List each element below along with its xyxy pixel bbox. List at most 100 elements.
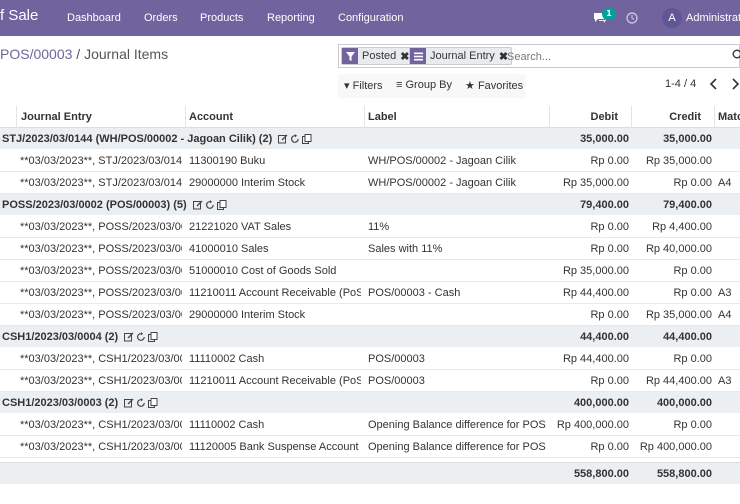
cell-label: 11%	[368, 220, 390, 233]
table-row[interactable]: **03/03/2023**, STJ/2023/03/0144 (WH/POS…	[0, 172, 740, 194]
group-debit: 35,000.00	[580, 132, 629, 145]
reset-icon[interactable]	[136, 397, 146, 408]
menu-reporting[interactable]: Reporting	[267, 12, 315, 24]
table-row[interactable]: **03/03/2023**, CSH1/2023/03/0004 1121001…	[0, 370, 740, 392]
cell-debit: Rp 0.00	[590, 308, 629, 321]
group-row[interactable]: CSH1/2023/03/0003 (2) 400,000.00 400,000.0…	[0, 392, 740, 414]
total-credit: 558,800.00	[656, 467, 712, 480]
facet-journal-entry[interactable]: Journal Entry ✖	[409, 47, 513, 65]
cell-account: 11110002 Cash	[189, 352, 265, 365]
cell-account: 11110002 Cash	[189, 418, 265, 431]
page-title: Journal Items	[84, 46, 169, 62]
col-label[interactable]: Label	[368, 106, 548, 127]
clock-icon[interactable]	[626, 12, 638, 24]
group-row[interactable]: CSH1/2023/03/0004 (2) 44,400.00 44,400.00	[0, 326, 740, 348]
col-matching[interactable]: Matc	[718, 106, 740, 127]
col-debit[interactable]: Debit	[553, 106, 619, 127]
cell-matching	[718, 150, 740, 171]
cell-debit: Rp 35,000.00	[562, 176, 629, 189]
duplicate-icon[interactable]	[216, 199, 227, 210]
group-name: CSH1/2023/03/0003 (2)	[2, 396, 119, 409]
group-debit: 79,400.00	[580, 198, 629, 211]
group-by-button[interactable]: ≡ Group By	[396, 79, 452, 91]
cell-matching	[718, 216, 740, 237]
cell-debit: Rp 44,400.00	[562, 286, 629, 299]
cell-account: 29000000 Interim Stock	[189, 176, 306, 189]
reset-icon[interactable]	[290, 133, 300, 144]
favorites-button[interactable]: ★ Favorites	[465, 79, 523, 92]
search-icon[interactable]	[732, 49, 740, 61]
reset-icon[interactable]	[136, 331, 146, 342]
group-actions	[192, 199, 227, 210]
group-credit: 35,000.00	[663, 132, 712, 145]
group-row[interactable]: STJ/2023/03/0144 (WH/POS/00002 - Jagoan …	[0, 128, 740, 150]
table-row[interactable]: **03/03/2023**, POSS/2023/03/0002 (POS/0…	[0, 304, 740, 326]
menu-dashboard[interactable]: Dashboard	[67, 12, 121, 24]
cell-journal-entry: **03/03/2023**, POSS/2023/03/0002 (POS/0…	[20, 286, 182, 299]
cell-account: 29000000 Interim Stock	[189, 308, 306, 321]
cell-label: POS/00003	[368, 374, 425, 387]
col-credit[interactable]: Credit	[635, 106, 701, 127]
table-row[interactable]: **03/03/2023**, CSH1/2023/03/0004 1111000…	[0, 348, 740, 370]
group-row[interactable]: POSS/2023/03/0002 (POS/00003) (5) 79,400.…	[0, 194, 740, 216]
breadcrumb-separator: /	[72, 46, 85, 62]
cell-journal-entry: **03/03/2023**, POSS/2023/03/0002 (POS/0…	[20, 220, 182, 233]
facet-label: Posted	[362, 50, 397, 62]
edit-icon[interactable]	[124, 332, 134, 342]
app-brand[interactable]: f Sale	[0, 7, 38, 24]
reset-icon[interactable]	[205, 199, 215, 210]
table-row[interactable]: **03/03/2023**, POSS/2023/03/0002 (POS/0…	[0, 238, 740, 260]
cell-journal-entry: **03/03/2023**, POSS/2023/03/0002 (POS/0…	[20, 242, 182, 255]
cell-account: 11300190 Buku	[189, 154, 266, 167]
cell-credit: Rp 0.00	[673, 286, 712, 299]
table-row[interactable]: **03/03/2023**, CSH1/2023/03/0003 1112000…	[0, 436, 740, 458]
duplicate-icon[interactable]	[148, 331, 158, 342]
table-row[interactable]: **03/03/2023**, POSS/2023/03/0002 (POS/0…	[0, 282, 740, 304]
edit-icon[interactable]	[278, 134, 288, 144]
user-name[interactable]: Administrat	[686, 12, 740, 24]
user-avatar[interactable]: A	[662, 8, 682, 28]
edit-icon[interactable]	[124, 398, 134, 408]
pager-next-icon[interactable]	[730, 78, 740, 90]
cell-journal-entry: **03/03/2023**, CSH1/2023/03/0004	[20, 352, 182, 365]
cell-matching: A4	[718, 176, 732, 189]
edit-icon[interactable]	[192, 200, 203, 210]
menu-orders[interactable]: Orders	[144, 12, 178, 24]
cell-journal-entry: **03/03/2023**, POSS/2023/03/0002 (POS/0…	[20, 308, 182, 321]
cell-account: 41000010 Sales	[189, 242, 269, 255]
cell-credit: Rp 35,000.00	[645, 308, 712, 321]
col-account[interactable]: Account	[189, 106, 359, 127]
menu-products[interactable]: Products	[200, 12, 243, 24]
facet-label: Journal Entry	[430, 50, 495, 62]
cell-credit: Rp 0.00	[673, 352, 712, 365]
menu-configuration[interactable]: Configuration	[338, 12, 403, 24]
group-credit: 44,400.00	[663, 330, 712, 343]
cell-debit: Rp 0.00	[590, 440, 629, 453]
pager-prev-icon[interactable]	[709, 78, 719, 90]
group-name: CSH1/2023/03/0004 (2)	[2, 330, 119, 343]
group-actions	[124, 397, 158, 408]
breadcrumb-parent[interactable]: POS/00003	[0, 46, 72, 62]
cell-journal-entry: **03/03/2023**, CSH1/2023/03/0003	[20, 440, 182, 453]
pager-value[interactable]: 1-4 / 4	[665, 78, 696, 90]
col-journal-entry[interactable]: Journal Entry	[21, 106, 181, 127]
group-name: POSS/2023/03/0002 (POS/00003) (5)	[2, 198, 187, 211]
cell-label: Opening Balance difference for POS/00003	[368, 440, 546, 453]
cell-credit: Rp 40,000.00	[645, 242, 712, 255]
facet-posted[interactable]: Posted ✖	[341, 47, 414, 65]
cell-journal-entry: **03/03/2023**, CSH1/2023/03/0004	[20, 374, 182, 387]
table-row[interactable]: **03/03/2023**, STJ/2023/03/0144 (WH/POS…	[0, 150, 740, 172]
cell-matching: A3	[718, 374, 732, 387]
group-actions	[278, 133, 312, 144]
duplicate-icon[interactable]	[302, 133, 312, 144]
cell-credit: Rp 44,400.00	[645, 374, 712, 387]
cell-label: POS/00003 - Cash	[368, 286, 461, 299]
duplicate-icon[interactable]	[148, 397, 158, 408]
cell-debit: Rp 0.00	[590, 374, 629, 387]
filters-button[interactable]: ▾ Filters	[344, 79, 383, 92]
cell-debit: Rp 0.00	[590, 242, 629, 255]
search-input[interactable]	[507, 49, 717, 65]
table-row[interactable]: **03/03/2023**, CSH1/2023/03/0003 1111000…	[0, 414, 740, 436]
table-row[interactable]: **03/03/2023**, POSS/2023/03/0002 (POS/0…	[0, 216, 740, 238]
table-row[interactable]: **03/03/2023**, POSS/2023/03/0002 (POS/0…	[0, 260, 740, 282]
